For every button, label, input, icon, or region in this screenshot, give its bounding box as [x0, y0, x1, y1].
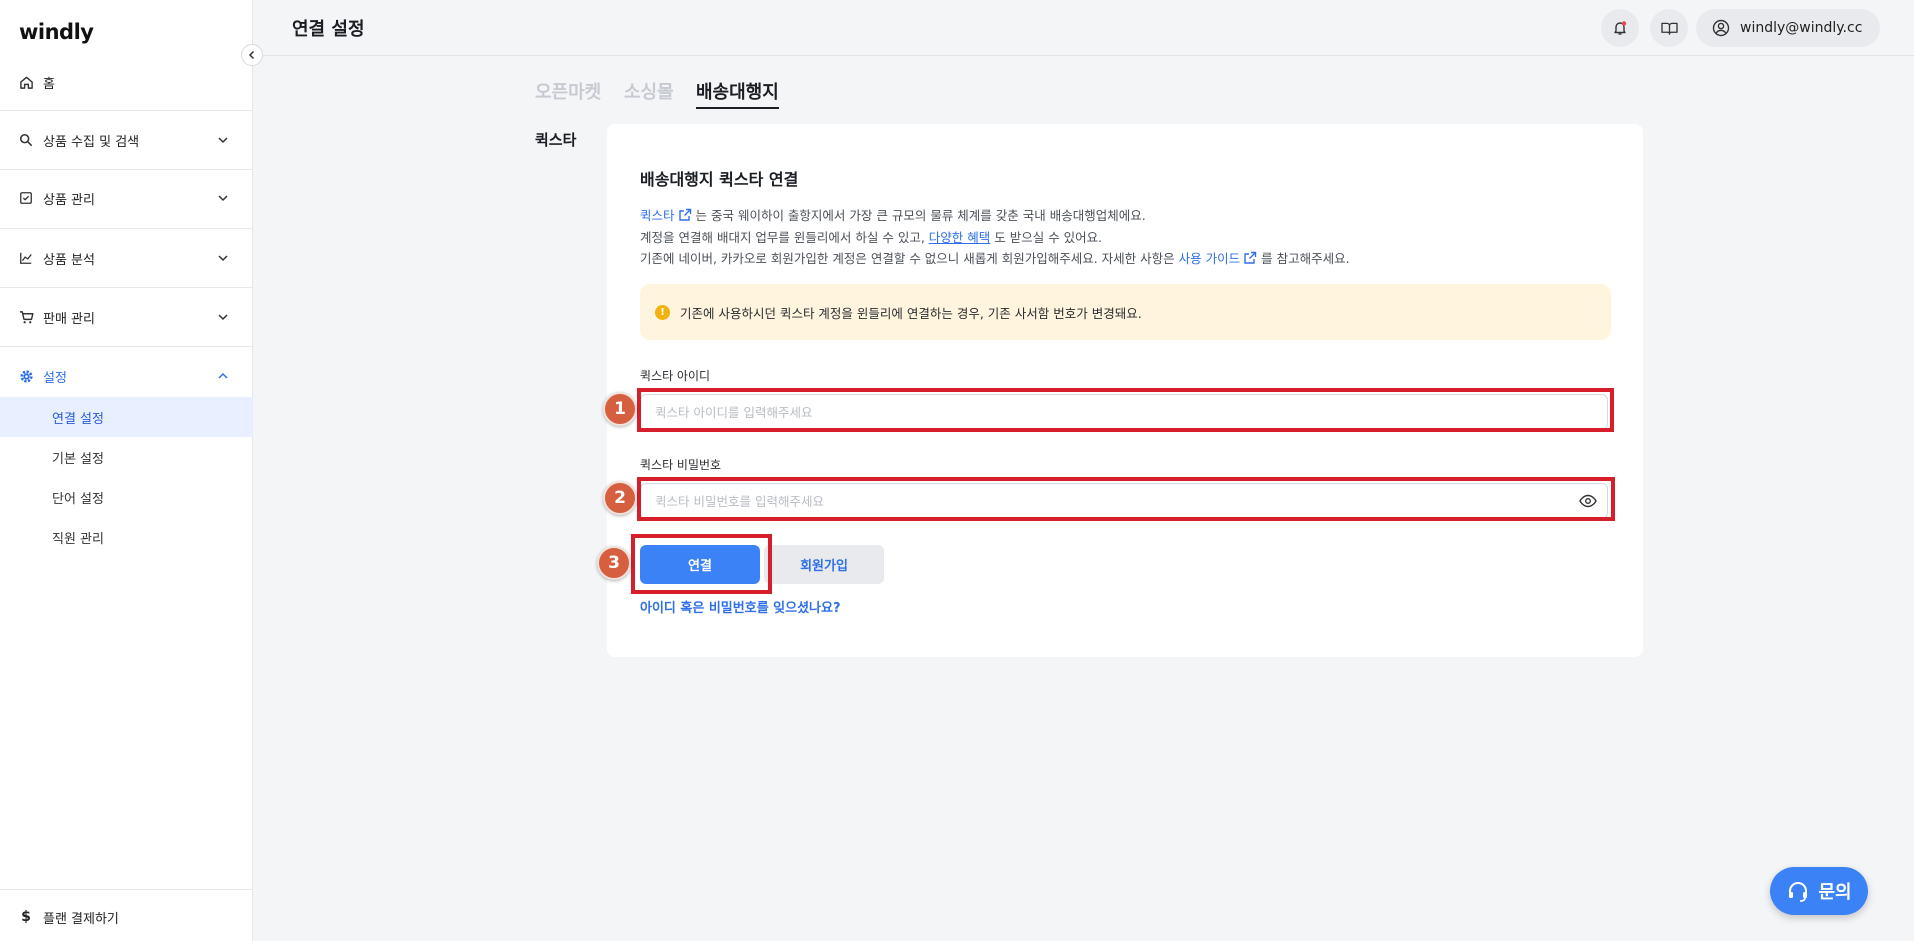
sidebar-item-label: 플랜 결제하기: [43, 911, 119, 927]
sidebar-subitem-words[interactable]: 단어 설정: [0, 477, 253, 517]
chevron-down-icon: [218, 314, 228, 321]
help-label: 문의: [1818, 882, 1852, 903]
sidebar-item-settings[interactable]: 설정: [0, 362, 253, 390]
sidebar-item-sales-manage[interactable]: 판매 관리: [0, 303, 253, 331]
description-line-2: 계정을 연결해 배대지 업무를 윈들리에서 하실 수 있고, 다양한 혜택 도 …: [640, 227, 1102, 246]
sidebar-plan-payment[interactable]: $ 플랜 결제하기: [0, 903, 253, 931]
page-title: 연결 설정: [292, 19, 365, 40]
description-text: 기존에 네이버, 카카오로 회원가입한 계정은 연결할 수 없으니 새롭게 회원…: [640, 251, 1175, 266]
description-text: 도 받으실 수 있어요.: [994, 230, 1103, 245]
warning-notice: ! 기존에 사용하시던 퀵스타 계정을 윈들리에 연결하는 경우, 기존 사서함…: [640, 284, 1611, 340]
chevron-down-icon: [218, 137, 228, 144]
sidebar-item-label: 판매 관리: [43, 311, 95, 327]
sidebar-item-label: 상품 분석: [43, 252, 95, 268]
chart-icon: [18, 250, 34, 266]
description-line-3: 기존에 네이버, 카카오로 회원가입한 계정은 연결할 수 없으니 새롭게 회원…: [640, 248, 1350, 267]
sidebar-item-product-manage[interactable]: 상품 관리: [0, 184, 253, 212]
guide-book-button[interactable]: [1650, 9, 1688, 47]
sidebar-item-label: 상품 수집 및 검색: [43, 134, 140, 150]
highlight-box-3: [631, 534, 772, 594]
description-text: 는 중국 웨이하이 출항지에서 가장 큰 규모의 물류 체계를 갖춘 국내 배송…: [695, 208, 1146, 223]
quickstar-link[interactable]: 퀵스타: [640, 208, 675, 223]
annotation-badge-3: 3: [597, 546, 631, 580]
search-icon: [18, 132, 34, 148]
sidebar-item-home[interactable]: 홈: [0, 68, 253, 96]
chevron-down-icon: [218, 195, 228, 202]
highlight-box-2: [637, 477, 1615, 521]
user-account-button[interactable]: windly@windly.cc: [1696, 9, 1881, 47]
divider: [0, 889, 253, 890]
annotation-badge-2: 2: [603, 481, 637, 515]
sidebar-item-product-collect[interactable]: 상품 수집 및 검색: [0, 126, 253, 154]
home-icon: [18, 74, 34, 90]
chevron-down-icon: [218, 255, 228, 262]
description-text: 계정을 연결해 배대지 업무를 윈들리에서 하실 수 있고,: [640, 230, 925, 245]
divider: [0, 346, 253, 347]
sidebar-subitem-connection[interactable]: 연결 설정: [0, 397, 253, 437]
book-icon: [1660, 22, 1678, 35]
external-link-icon[interactable]: [1243, 251, 1257, 265]
notification-button[interactable]: [1601, 9, 1639, 47]
sidebar: windly 홈 상품 수집 및 검색 상품 관리 상품 분석 판매 관리 설정…: [0, 0, 253, 941]
cart-icon: [18, 309, 34, 325]
card-title: 배송대행지 퀵스타 연결: [640, 170, 799, 189]
description-line-1: 퀵스타 는 중국 웨이하이 출항지에서 가장 큰 규모의 물류 체계를 갖춘 국내…: [640, 205, 1146, 224]
bell-icon: [1614, 21, 1627, 35]
chevron-left-icon: [248, 50, 255, 60]
sidebar-item-label: 설정: [43, 370, 67, 386]
sidebar-collapse-button[interactable]: [241, 44, 263, 66]
divider: [0, 169, 253, 170]
dollar-icon: $: [21, 909, 31, 925]
divider: [0, 228, 253, 229]
sidebar-subitem-basic[interactable]: 기본 설정: [0, 437, 253, 477]
benefits-link[interactable]: 다양한 혜택: [929, 230, 990, 245]
tab-sourcing-mall[interactable]: 소싱몰: [624, 78, 674, 104]
user-email: windly@windly.cc: [1740, 20, 1863, 36]
top-header: 연결 설정 windly@windly.cc: [254, 0, 1914, 56]
logo[interactable]: windly: [19, 20, 94, 44]
warning-icon: !: [655, 304, 670, 320]
signup-button[interactable]: 회원가입: [764, 545, 884, 584]
headset-icon: [1789, 882, 1808, 902]
forgot-credentials-link[interactable]: 아이디 혹은 비밀번호를 잊으셨나요?: [640, 597, 841, 616]
highlight-box-1: [637, 388, 1614, 432]
section-label: 퀵스타: [535, 131, 577, 149]
sidebar-subitem-staff[interactable]: 직원 관리: [0, 517, 253, 557]
divider: [0, 287, 253, 288]
user-circle-icon: [1712, 19, 1730, 37]
gear-icon: [18, 368, 34, 384]
external-link-icon[interactable]: [678, 208, 692, 222]
id-label: 퀵스타 아이디: [640, 369, 711, 383]
checkbox-icon: [18, 190, 34, 206]
divider: [0, 110, 253, 111]
tab-shipping-agent[interactable]: 배송대행지: [696, 78, 779, 109]
sidebar-item-label: 상품 관리: [43, 192, 95, 208]
password-label: 퀵스타 비밀번호: [640, 458, 722, 472]
sidebar-item-label: 홈: [43, 76, 55, 92]
user-guide-link[interactable]: 사용 가이드: [1179, 251, 1240, 266]
notice-text: 기존에 사용하시던 퀵스타 계정을 윈들리에 연결하는 경우, 기존 사서함 번…: [680, 305, 1142, 321]
description-text: 를 참고해주세요.: [1261, 251, 1350, 266]
sidebar-item-product-analysis[interactable]: 상품 분석: [0, 244, 253, 272]
help-inquiry-button[interactable]: 문의: [1770, 867, 1868, 915]
annotation-badge-1: 1: [603, 392, 637, 426]
tab-openmarket[interactable]: 오픈마켓: [535, 78, 601, 104]
chevron-up-icon: [218, 372, 228, 379]
